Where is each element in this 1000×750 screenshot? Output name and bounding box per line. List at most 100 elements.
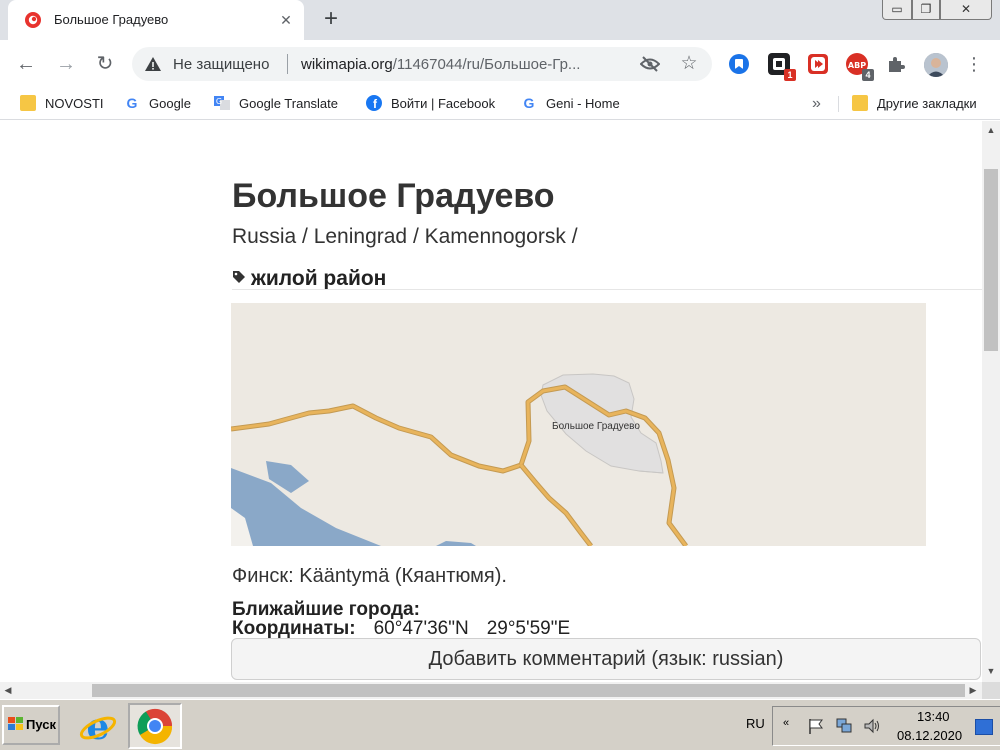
tag-icon (233, 271, 245, 283)
black-extension-badge: 1 (784, 69, 796, 81)
scroll-left-arrow-icon[interactable]: ◀ (3, 685, 13, 695)
network-icon[interactable] (835, 717, 853, 735)
bookmarks-bar: NOVOSTI G Google G Google Translate f Во… (0, 88, 1000, 120)
map-view[interactable]: Большое Градуево (231, 303, 926, 546)
map-place-label: Большое Градуево (552, 421, 640, 432)
bookmarks-separator (838, 96, 839, 112)
bookmark-google-translate[interactable]: G Google Translate (214, 94, 338, 114)
red-extension-icon (808, 54, 828, 74)
blue-extension-button[interactable] (728, 53, 750, 75)
tab-active[interactable]: Большое Градуево ✕ (8, 0, 304, 40)
horizontal-scroll-thumb[interactable] (92, 684, 965, 697)
horizontal-scrollbar[interactable]: ◀ ▶ (0, 682, 982, 699)
folder-icon (20, 95, 36, 111)
google-icon: G (524, 95, 535, 111)
language-indicator[interactable]: RU (746, 716, 765, 731)
flag-icon[interactable] (807, 717, 825, 735)
svg-text:G: G (127, 95, 138, 111)
profile-avatar[interactable] (924, 53, 948, 77)
facebook-icon: f (366, 95, 382, 111)
page-title: Большое Градуево (232, 177, 555, 215)
omnibox-separator (287, 54, 288, 74)
abp-extension-button[interactable]: ABP 4 (846, 53, 874, 81)
blue-extension-icon (729, 54, 749, 74)
vertical-scrollbar[interactable]: ▲ ▼ (982, 121, 1000, 682)
system-tray: « 13:40 08.12.2020 (772, 706, 1000, 746)
longitude-value[interactable]: 29°5'59"E (487, 618, 570, 639)
new-tab-button[interactable]: + (318, 7, 344, 33)
black-extension-button[interactable]: 1 (768, 53, 796, 81)
folder-icon (852, 95, 868, 111)
show-desktop-icon[interactable] (975, 719, 993, 735)
back-button[interactable]: ← (14, 52, 38, 76)
bookmark-facebook[interactable]: f Войти | Facebook (366, 94, 495, 114)
window-controls: ▭ ❐ ✕ (882, 0, 996, 22)
bookmark-star-icon[interactable]: ☆ (678, 53, 700, 75)
clock-time[interactable]: 13:40 (917, 709, 950, 724)
profile-photo-icon (924, 53, 948, 77)
volume-icon[interactable] (863, 717, 881, 735)
latitude-value[interactable]: 60°47'36"N (374, 618, 469, 639)
bookmarks-overflow-button[interactable]: » (812, 94, 821, 114)
bookmark-label: Другие закладки (877, 96, 977, 111)
minimize-button[interactable]: ▭ (882, 0, 912, 20)
category-tag[interactable]: жилой район (232, 267, 386, 291)
puzzle-icon (889, 57, 905, 72)
close-window-button[interactable]: ✕ (940, 0, 992, 20)
breadcrumb[interactable]: Russia / Leningrad / Kamennogorsk / (232, 225, 578, 249)
coordinates-label: Координаты: (232, 618, 356, 639)
bookmark-label: Войти | Facebook (391, 96, 496, 111)
tab-close-icon[interactable]: ✕ (276, 10, 296, 30)
taskbar-chrome-button[interactable] (128, 703, 182, 749)
coordinates: Координаты: 60°47'36"N 29°5'59"E (232, 618, 570, 640)
windows-flag-icon (8, 717, 23, 730)
eye-off-icon[interactable] (640, 55, 660, 73)
google-icon: G (127, 95, 138, 111)
vertical-scroll-thumb[interactable] (984, 169, 998, 351)
svg-text:G: G (216, 97, 222, 106)
url-text[interactable]: wikimapia.org/11467044/ru/Большое-Гр... (301, 56, 580, 73)
category-label: жилой район (251, 267, 387, 290)
url-domain: wikimapia.org (301, 56, 393, 73)
forward-button[interactable]: → (54, 52, 78, 76)
clock-date[interactable]: 08.12.2020 (897, 728, 962, 743)
bookmark-google[interactable]: G Google (124, 94, 191, 114)
tab-title: Большое Градуево (54, 12, 169, 27)
red-extension-button[interactable] (807, 53, 829, 75)
start-button[interactable]: Пуск (2, 705, 60, 745)
wikimapia-favicon-icon (25, 12, 41, 28)
warning-icon[interactable] (144, 55, 162, 73)
scroll-down-arrow-icon[interactable]: ▼ (986, 666, 996, 676)
bookmark-label: Google Translate (239, 96, 339, 111)
scrollbar-corner (982, 682, 1000, 699)
abp-extension-badge: 4 (862, 69, 874, 81)
taskbar: Пуск e RU « 13:40 08.12.2020 (0, 699, 1000, 750)
bookmark-label: Geni - Home (546, 96, 620, 111)
address-bar[interactable]: Не защищено wikimapia.org/11467044/ru/Бо… (132, 47, 712, 81)
bookmark-other-folder[interactable]: Другие закладки (852, 94, 977, 114)
reload-button[interactable]: ↻ (93, 52, 117, 76)
translate-icon: G (214, 96, 230, 110)
extensions-puzzle-button[interactable] (885, 53, 907, 75)
scroll-right-arrow-icon[interactable]: ▶ (968, 685, 978, 695)
chrome-icon (137, 708, 173, 745)
finnish-name: Финск: Kääntymä (Кяантюмя). (232, 565, 507, 587)
maximize-button[interactable]: ❐ (912, 0, 940, 20)
category-divider (232, 289, 982, 290)
bookmark-label: Google (149, 96, 191, 111)
page-viewport: Большое Градуево Russia / Leningrad / Ka… (0, 121, 982, 682)
svg-text:G: G (524, 95, 535, 111)
chrome-menu-button[interactable]: ⋮ (964, 52, 984, 76)
url-path: /11467044/ru/Большое-Гр... (392, 56, 581, 73)
scroll-up-arrow-icon[interactable]: ▲ (986, 125, 996, 135)
tray-expand-icon[interactable]: « (783, 717, 789, 729)
internet-explorer-icon[interactable]: e (78, 706, 118, 746)
add-comment-button[interactable]: Добавить комментарий (язык: russian) (231, 638, 981, 680)
bookmark-geni[interactable]: G Geni - Home (521, 94, 620, 114)
tab-strip: Большое Градуево ✕ + ▭ ❐ ✕ (0, 0, 1000, 40)
bookmark-novosti[interactable]: NOVOSTI (20, 94, 104, 114)
security-status[interactable]: Не защищено (173, 56, 269, 73)
start-label: Пуск (26, 717, 56, 732)
bookmark-label: NOVOSTI (45, 96, 104, 111)
browser-toolbar: ← → ↻ Не защищено wikimapia.org/11467044… (0, 40, 1000, 88)
